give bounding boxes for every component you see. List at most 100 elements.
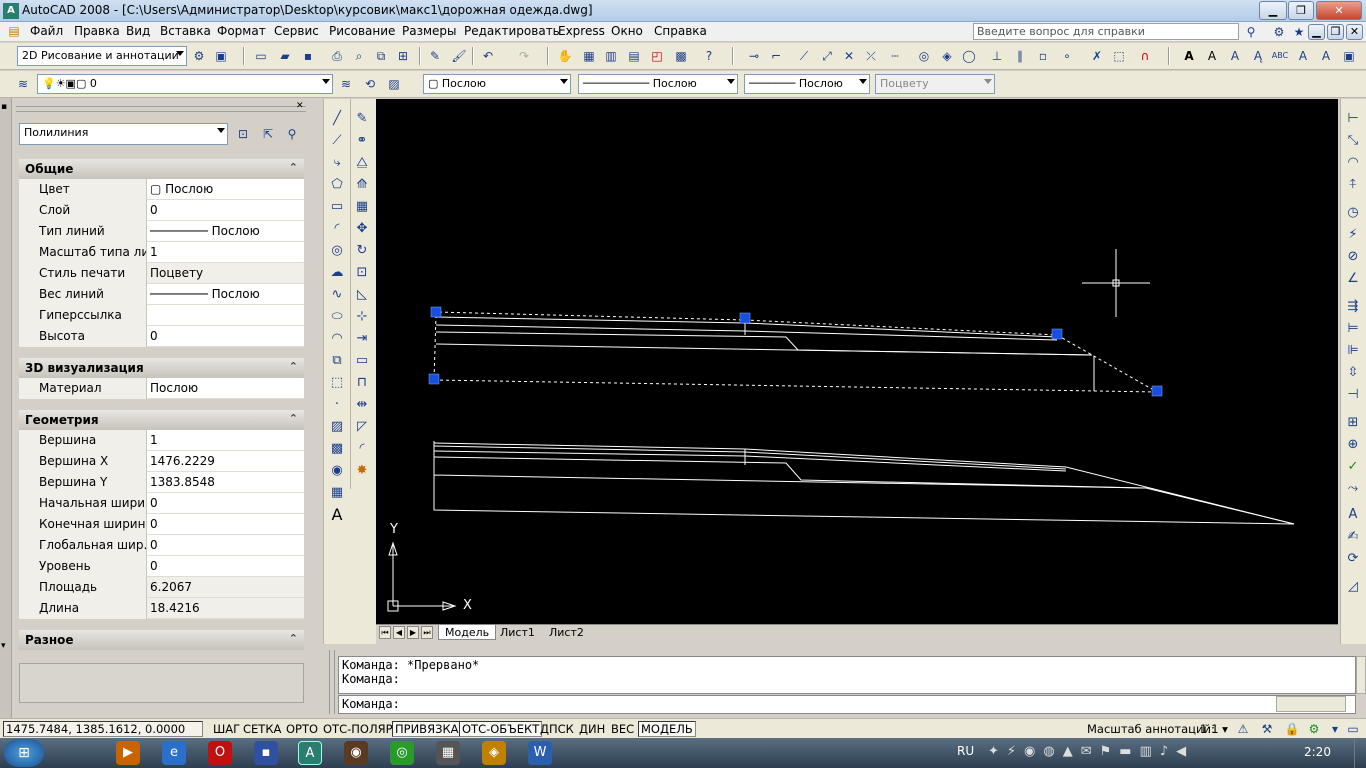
baseline-icon[interactable]: ⊨ <box>1343 319 1363 339</box>
open-file-icon[interactable]: ▰ <box>276 47 294 65</box>
prop-row[interactable]: Вершина 1 <box>19 430 304 451</box>
workspace-select[interactable]: 2D Рисование и аннотации <box>17 46 187 66</box>
markup-icon[interactable]: ◰ <box>648 47 666 65</box>
circle-icon[interactable]: ◎ <box>327 241 347 261</box>
publish-icon[interactable]: ⧉ <box>372 47 390 65</box>
cut-icon[interactable]: ✎ <box>426 47 444 65</box>
copy-icon[interactable]: ⚭ <box>352 131 372 151</box>
undo-icon[interactable]: ↶ <box>479 47 497 65</box>
dim-space-icon[interactable]: ⇳ <box>1343 363 1363 383</box>
command-h-scrollbar[interactable] <box>1276 696 1346 712</box>
menu-help[interactable]: Справка <box>653 24 708 38</box>
snap-perpendicular-icon[interactable]: ⊥ <box>988 47 1006 65</box>
tab-layout2[interactable]: Лист2 <box>543 625 590 640</box>
offset-icon[interactable]: ⟰ <box>352 175 372 195</box>
table-icon[interactable]: ▦ <box>327 483 347 503</box>
redo-icon[interactable]: ↷ <box>515 47 533 65</box>
join-icon[interactable]: ⇹ <box>352 395 372 415</box>
menu-edit[interactable]: Правка <box>73 24 121 38</box>
doc-restore-button[interactable]: ❐ <box>1327 24 1344 40</box>
erase-icon[interactable]: ✎ <box>352 109 372 129</box>
doc-icon[interactable]: ▤ <box>6 23 22 39</box>
polygon-icon[interactable]: ⬠ <box>327 175 347 195</box>
snap-apparent-icon[interactable]: ⤫ <box>862 47 880 65</box>
prop-row[interactable]: Глобальная шир... 0 <box>19 535 304 556</box>
snap-quadrant-icon[interactable]: ◈ <box>938 47 956 65</box>
command-input[interactable]: Команда: <box>338 695 1356 714</box>
jogged-icon[interactable]: ⚡ <box>1343 225 1363 245</box>
tab-next-icon[interactable]: ▶ <box>407 626 419 639</box>
polar-toggle[interactable]: ОТС-ПОЛЯР <box>320 721 396 737</box>
dim-break-icon[interactable]: ⊣ <box>1343 385 1363 405</box>
close-button[interactable]: ✕ <box>1316 1 1362 20</box>
help-icon[interactable]: ? <box>700 47 718 65</box>
dim-edit-icon[interactable]: A <box>1343 505 1363 525</box>
language-indicator[interactable]: RU <box>957 744 974 758</box>
layer-select[interactable]: 💡☀▣▢ 0 <box>37 74 333 94</box>
aligned-dimension-icon[interactable]: ⤡ <box>1343 131 1363 151</box>
break-icon[interactable]: ⊓ <box>352 373 372 393</box>
dim-text-edit-icon[interactable]: ✍ <box>1343 527 1363 547</box>
construction-line-icon[interactable]: ⟋ <box>327 131 347 151</box>
menu-tools[interactable]: Сервис <box>273 24 320 38</box>
jogged-linear-icon[interactable]: ⤳ <box>1343 479 1363 499</box>
snap-magnet-icon[interactable]: ∩ <box>1136 47 1154 65</box>
lock-icon[interactable]: 🔒 <box>1283 720 1301 738</box>
menu-window[interactable]: Окно <box>610 24 644 38</box>
text-justify-icon[interactable]: ▣ <box>1340 47 1358 65</box>
app-icon[interactable]: ◈ <box>482 741 506 765</box>
menu-modify[interactable]: Редактировать <box>463 24 561 38</box>
snap-endpoint-icon[interactable]: ⊸ <box>745 47 763 65</box>
color-select[interactable]: ▢ Послою <box>423 74 571 94</box>
polyline-icon[interactable]: ⤷ <box>327 153 347 173</box>
palette-menu-icon[interactable]: ▾ <box>1 641 6 651</box>
prop-row[interactable]: Цвет ▢ Послою <box>19 179 304 200</box>
status-menu-icon[interactable]: ▾ <box>1326 720 1344 738</box>
autocad-app-icon[interactable]: A <box>3 3 19 19</box>
doc-minimize-button[interactable]: ▁ <box>1308 24 1325 40</box>
tray-icons[interactable]: ✦⚡◉◍▲✉⚑▬▥♪◀ <box>988 744 1194 759</box>
show-desktop-button[interactable] <box>1354 738 1366 768</box>
prop-row[interactable]: Начальная шири... 0 <box>19 493 304 514</box>
prop-row[interactable]: Высота 0 <box>19 326 304 347</box>
menu-dimension[interactable]: Размеры <box>401 24 458 38</box>
layer-states-icon[interactable]: ▨ <box>385 75 403 93</box>
prop-row[interactable]: Тип линий ──────── Послою <box>19 221 304 242</box>
palette-title-strip[interactable]: ▪ ▾ <box>0 98 12 718</box>
annotation-visibility-icon[interactable]: ⚠ <box>1234 720 1252 738</box>
plot-icon[interactable]: ⊞ <box>394 47 412 65</box>
point-icon[interactable]: · <box>327 395 347 415</box>
prop-row[interactable]: Слой 0 <box>19 200 304 221</box>
prop-row[interactable]: Гиперссылка <box>19 305 304 326</box>
lineweight-toggle[interactable]: ВЕС <box>608 721 637 737</box>
dim-update-icon[interactable]: ⟳ <box>1343 549 1363 569</box>
multiline-text-icon[interactable]: A <box>1203 47 1221 65</box>
menu-format[interactable]: Формат <box>216 24 267 38</box>
arc-length-icon[interactable]: ◠ <box>1343 153 1363 173</box>
plotstyle-select[interactable]: Поцвету <box>875 74 995 94</box>
print-preview-icon[interactable]: ⌕ <box>350 47 368 65</box>
autocad-taskbar-icon[interactable]: A <box>298 741 322 765</box>
ortho-toggle[interactable]: ОРТО <box>283 721 321 737</box>
drawing-canvas[interactable]: Y X <box>376 99 1338 624</box>
chrome-icon[interactable]: ◎ <box>390 741 414 765</box>
snap-intersection-icon[interactable]: ✕ <box>840 47 858 65</box>
menu-file[interactable]: Файл <box>29 24 64 38</box>
command-scrollbar[interactable] <box>1356 656 1366 694</box>
ellipse-arc-icon[interactable]: ◠ <box>327 329 347 349</box>
find-text-icon[interactable]: Ą <box>1249 47 1267 65</box>
maximize-button[interactable]: ❐ <box>1288 1 1314 20</box>
dim-style-icon[interactable]: ◿ <box>1343 577 1363 597</box>
calculator-icon[interactable]: ▩ <box>672 47 690 65</box>
snap-node-icon[interactable]: ⤢ <box>818 47 836 65</box>
prop-row[interactable]: Материал Послою <box>19 378 304 399</box>
layer-previous-icon[interactable]: ⟲ <box>361 75 379 93</box>
prop-row[interactable]: Площадь 6.2067 <box>19 577 304 598</box>
menu-view[interactable]: Вид <box>125 24 151 38</box>
help-search-input[interactable]: Введите вопрос для справки <box>973 23 1239 40</box>
snap-toggle[interactable]: ШАГ <box>210 721 243 737</box>
quick-select-icon[interactable]: ⚲ <box>283 125 301 143</box>
command-grip[interactable] <box>329 650 335 714</box>
mirror-icon[interactable]: ⧋ <box>352 153 372 173</box>
grid-toggle[interactable]: СЕТКА <box>240 721 284 737</box>
